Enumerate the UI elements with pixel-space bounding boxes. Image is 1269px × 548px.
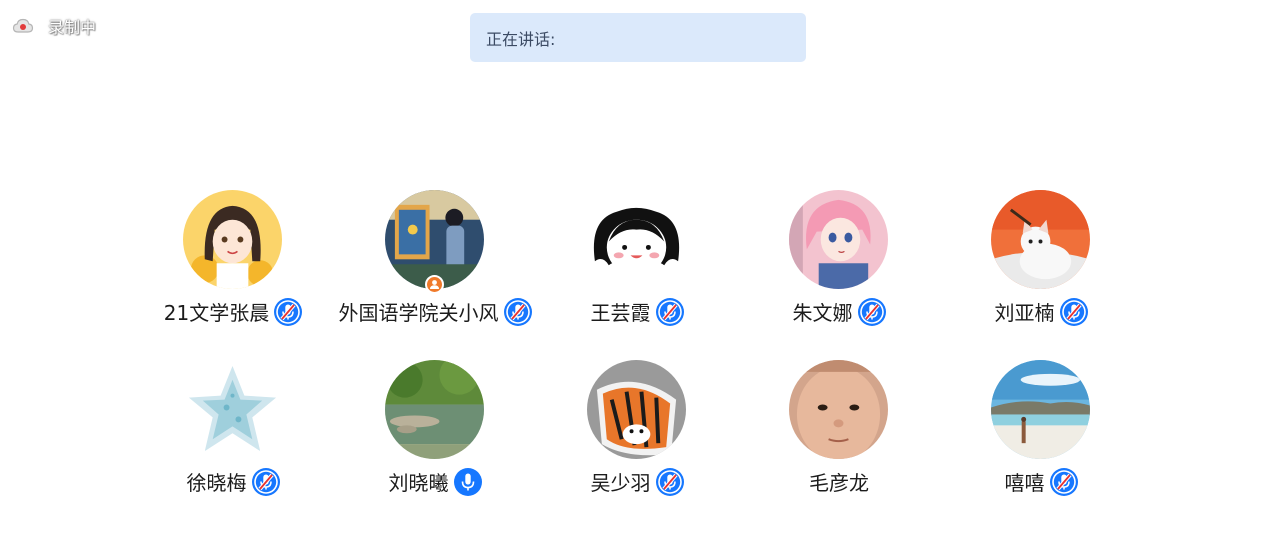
participant-name: 吴少羽 bbox=[590, 471, 651, 495]
participant-tile[interactable]: 吴少羽 bbox=[537, 360, 737, 500]
speaking-now-banner: 正在讲话: bbox=[470, 13, 806, 62]
participant-tile[interactable]: 王芸霞 bbox=[537, 190, 737, 330]
avatar bbox=[385, 360, 484, 459]
avatar bbox=[183, 360, 282, 459]
recording-label: 录制中 bbox=[48, 18, 97, 37]
participant-name: 王芸霞 bbox=[590, 301, 651, 325]
participant-name: 刘亚楠 bbox=[994, 301, 1055, 325]
mic-on-icon[interactable] bbox=[453, 467, 482, 496]
participant-name: 外国语学院关小风 bbox=[338, 301, 499, 325]
participant-tile[interactable]: 徐晓梅 bbox=[133, 360, 333, 500]
participant-tile[interactable]: 刘亚楠 bbox=[941, 190, 1141, 330]
avatar bbox=[991, 190, 1090, 289]
avatar bbox=[183, 190, 282, 289]
avatar bbox=[991, 360, 1090, 459]
mic-muted-icon[interactable] bbox=[274, 297, 303, 326]
participant-tile[interactable]: 21文学张晨 bbox=[133, 190, 333, 330]
participant-tile[interactable]: 毛彦龙 bbox=[739, 360, 939, 500]
avatar bbox=[789, 190, 888, 289]
participant-tile[interactable]: 嘻嘻 bbox=[941, 360, 1141, 500]
participant-name: 朱文娜 bbox=[792, 301, 853, 325]
avatar bbox=[587, 190, 686, 289]
participant-tile[interactable]: 刘晓曦 bbox=[335, 360, 535, 500]
participant-name: 21文学张晨 bbox=[163, 301, 270, 325]
mic-muted-icon[interactable] bbox=[1059, 297, 1088, 326]
mic-muted-icon[interactable] bbox=[655, 467, 684, 496]
mic-muted-icon[interactable] bbox=[503, 297, 532, 326]
cloud-record-icon bbox=[12, 15, 34, 37]
recording-indicator[interactable]: 录制中 bbox=[12, 14, 96, 38]
participant-name: 徐晓梅 bbox=[186, 471, 247, 495]
participant-name: 刘晓曦 bbox=[388, 471, 449, 495]
mic-muted-icon[interactable] bbox=[655, 297, 684, 326]
avatar bbox=[789, 360, 888, 459]
participant-name: 嘻嘻 bbox=[1004, 471, 1045, 495]
speaking-now-label: 正在讲话: bbox=[486, 29, 556, 49]
mic-muted-icon[interactable] bbox=[1049, 467, 1078, 496]
avatar bbox=[587, 360, 686, 459]
mic-muted-icon[interactable] bbox=[857, 297, 886, 326]
participant-name: 毛彦龙 bbox=[809, 471, 869, 495]
participant-tile[interactable]: 朱文娜 bbox=[739, 190, 939, 330]
participant-tile[interactable]: 外国语学院关小风 bbox=[335, 190, 535, 330]
host-user-icon bbox=[425, 275, 444, 294]
mic-muted-icon[interactable] bbox=[251, 467, 280, 496]
